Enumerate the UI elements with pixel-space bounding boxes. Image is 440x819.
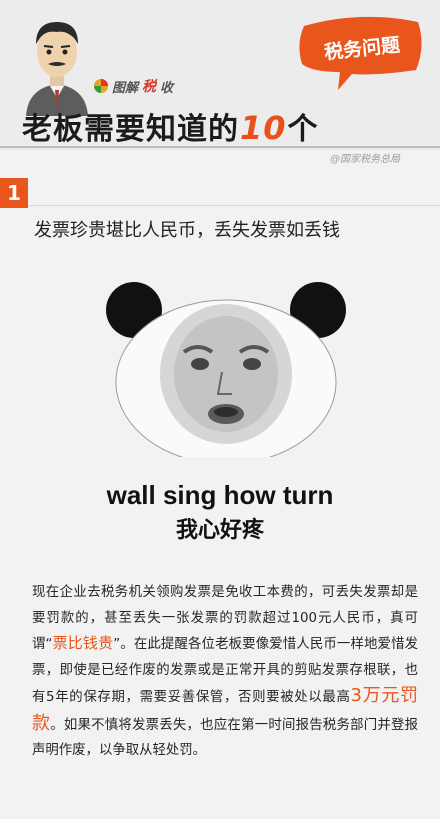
boss-avatar-icon — [26, 22, 88, 116]
headline-underline — [0, 146, 440, 148]
panda-meme-image — [106, 282, 346, 457]
body-part-3: 。如果不慎将发票丢失，也应在第一时间报告税务部门并登报声明作废，以争取从轻处罚。 — [32, 717, 419, 759]
logo-pinwheel-icon — [94, 79, 108, 93]
logo: 图解税收 — [94, 76, 173, 96]
headline: 老板需要知道的 10 个 — [22, 104, 319, 148]
body-paragraph: 现在企业去税务机关领购发票是免收工本费的，可丢失发票却是要罚款的，甚至丢失一张发… — [32, 580, 418, 764]
logo-rest: 收 — [160, 80, 174, 96]
headline-post: 个 — [287, 112, 319, 147]
highlight-ticket-expensive: 票比钱贵 — [52, 634, 114, 652]
headline-pre: 老板需要知道的 — [22, 112, 239, 147]
section-title: 发票珍贵堪比人民币，丢失发票如丢钱 — [34, 220, 340, 241]
header-banner: 图解税收 税务问题 老板需要知道的 10 个 @国家税务总局 — [0, 0, 440, 165]
source-credit: @国家税务总局 — [330, 154, 400, 165]
meme-caption-english: wall sing how turn — [106, 480, 334, 510]
section-number-badge: 1 — [0, 178, 28, 208]
logo-accent: 税 — [142, 79, 157, 95]
logo-text: 图解 — [112, 80, 139, 96]
meme-caption-chinese: 我心好疼 — [175, 518, 264, 543]
section-divider — [28, 205, 440, 206]
headline-number: 10 — [240, 109, 287, 147]
